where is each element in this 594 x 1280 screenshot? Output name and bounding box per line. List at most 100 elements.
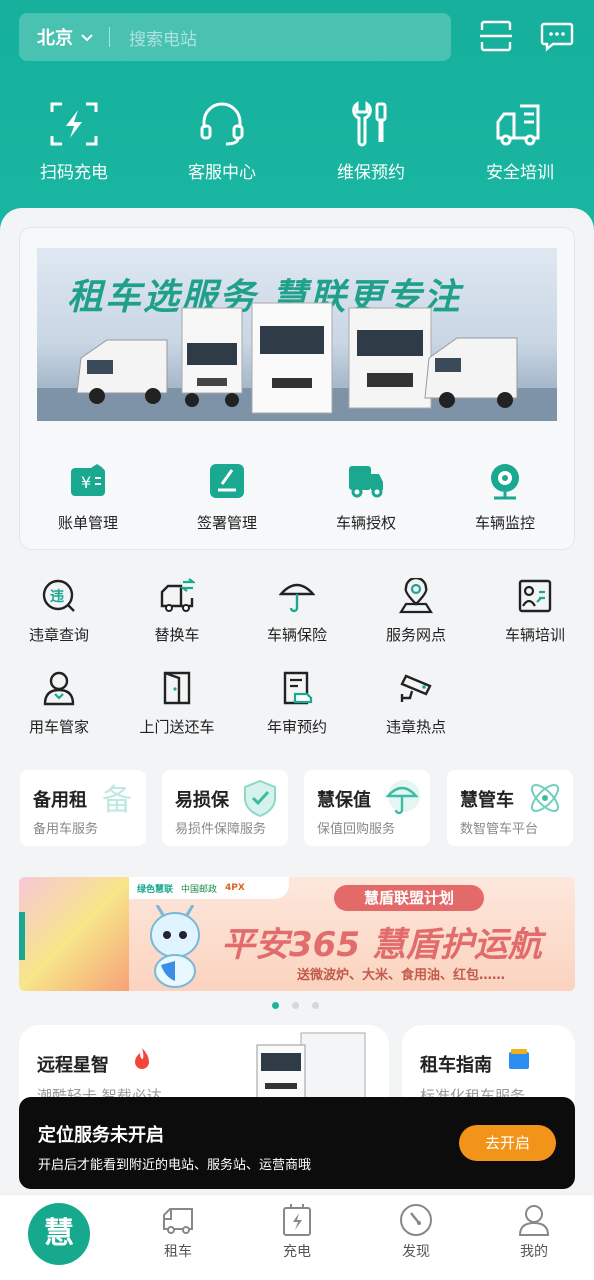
- grid-label: 年审预约: [266, 718, 327, 736]
- truck-auth-icon: [349, 466, 383, 498]
- replace-car-icon: [160, 578, 195, 612]
- promo-headline: 平安365 慧盾护运航: [221, 925, 542, 965]
- search-bar[interactable]: 北京 搜索电站: [19, 13, 451, 61]
- grid-annual-inspection[interactable]: 年审预约: [247, 670, 347, 737]
- grid-replace-car[interactable]: 替换车: [127, 578, 227, 645]
- mini-card-subtitle: 数智管车平台: [460, 822, 539, 837]
- mini-card-subtitle: 备用车服务: [33, 822, 99, 837]
- grid-door-delivery[interactable]: 上门送还车: [127, 670, 227, 737]
- search-input[interactable]: 搜索电站: [129, 25, 197, 50]
- door-icon: [163, 671, 191, 705]
- mini-card-subtitle: 保值回购服务: [317, 822, 396, 837]
- quick-label: 客服中心: [188, 163, 256, 183]
- quick-safety-training[interactable]: 安全培训: [460, 98, 580, 183]
- enable-location-button[interactable]: 去开启: [459, 1125, 556, 1161]
- person-icon: [43, 671, 75, 706]
- inspection-icon: [283, 671, 313, 705]
- promo-banner-image[interactable]: 租车选服务 慧联更专注: [37, 248, 557, 421]
- chevron-down-icon: [81, 34, 93, 42]
- quick-label: 安全培训: [486, 163, 554, 183]
- grid-label: 服务网点: [385, 626, 446, 644]
- tab-home[interactable]: 慧: [28, 1203, 90, 1265]
- mini-card-title: 易损保: [175, 790, 229, 811]
- svg-text:¥: ¥: [81, 473, 91, 492]
- service-label: 车辆授权: [335, 514, 396, 532]
- tab-charge[interactable]: 充电: [257, 1203, 337, 1261]
- violation-search-icon: 违: [42, 579, 75, 612]
- promo-subtitle: 送微波炉、大米、食用油、红包……: [297, 968, 506, 983]
- location-toast: 定位服务未开启 开启后才能看到附近的电站、服务站、运营商哦 去开启: [19, 1097, 575, 1189]
- grid-car-butler[interactable]: 用车管家: [9, 670, 109, 737]
- svg-text:违: 违: [50, 588, 64, 605]
- grid-vehicle-training[interactable]: 车辆培训: [485, 578, 585, 645]
- truck-icon: [163, 1208, 193, 1234]
- user-icon: [518, 1205, 550, 1236]
- training-icon: [518, 579, 552, 613]
- trucks-illustration: [37, 302, 557, 421]
- mini-card-backup-rental[interactable]: 备用租 备用车服务 备: [20, 770, 146, 846]
- scan-icon[interactable]: [478, 18, 514, 54]
- grid-label: 车辆培训: [504, 626, 565, 644]
- charge-station-icon: [283, 1204, 311, 1236]
- svg-text:备: 备: [102, 783, 132, 818]
- city-selector[interactable]: 北京: [37, 24, 73, 50]
- grid-violation-hotspots[interactable]: 违章热点: [366, 670, 466, 737]
- grid-label: 替换车: [154, 626, 200, 644]
- grid-label: 车辆保险: [266, 626, 327, 644]
- umbrella-icon: [385, 780, 420, 815]
- tab-discover[interactable]: 发现: [376, 1203, 456, 1261]
- service-label: 账单管理: [57, 514, 118, 532]
- tools-icon: [352, 101, 387, 147]
- carousel-dot[interactable]: [312, 1002, 319, 1009]
- partner-logo-4px: 4PX: [225, 883, 245, 893]
- grid-service-outlets[interactable]: 服务网点: [366, 578, 466, 645]
- promo-carousel[interactable]: 绿色慧联 中国邮政 4PX 慧盾联盟计划 平安365 慧盾护运航 送微波炉、大米…: [19, 877, 575, 991]
- compass-icon: [400, 1204, 432, 1236]
- grid-vehicle-insurance[interactable]: 车辆保险: [247, 578, 347, 645]
- grid-label: 上门送还车: [139, 718, 215, 736]
- mini-card-subtitle: 易损件保障服务: [175, 822, 267, 837]
- wallet-icon: ¥: [71, 464, 105, 496]
- service-vehicle-auth[interactable]: 车辆授权: [306, 462, 426, 533]
- fire-icon: [135, 1048, 149, 1069]
- grid-violation-search[interactable]: 违 违章查询: [9, 578, 109, 645]
- quick-scan-charge[interactable]: 扫码充电: [14, 98, 134, 183]
- toast-message: 开启后才能看到附近的电站、服务站、运营商哦: [38, 1158, 312, 1173]
- camera-icon: [491, 464, 519, 500]
- shield-icon: [244, 779, 276, 818]
- backup-icon: 备: [102, 783, 132, 818]
- feature-title: 远程星智: [37, 1055, 109, 1076]
- bottom-tab-bar: 慧 租车 充电 发现 我的: [0, 1194, 594, 1280]
- quick-label: 维保预约: [337, 163, 405, 183]
- tab-label: 充电: [283, 1244, 311, 1260]
- carousel-indicator: [272, 1002, 319, 1009]
- mini-card-smart-fleet[interactable]: 慧管车 数智管车平台: [447, 770, 573, 846]
- mini-card-title: 慧管车: [460, 790, 514, 811]
- partner-logo-huilian: 绿色慧联: [137, 884, 174, 895]
- tab-label: 发现: [402, 1244, 430, 1260]
- divider: [109, 27, 110, 47]
- umbrella-icon: [279, 583, 315, 613]
- tab-rent[interactable]: 租车: [138, 1203, 218, 1261]
- quick-customer-service[interactable]: 客服中心: [162, 98, 282, 183]
- mini-card-title: 备用租: [33, 790, 87, 811]
- mini-card-title: 慧保值: [317, 790, 371, 811]
- feature-title: 租车指南: [420, 1055, 492, 1076]
- service-sign-management[interactable]: 签署管理: [167, 462, 287, 533]
- toast-title: 定位服务未开启: [38, 1125, 164, 1146]
- tab-mine[interactable]: 我的: [494, 1203, 574, 1261]
- scan-charge-icon: [50, 102, 98, 146]
- service-bill-management[interactable]: ¥ 账单管理: [28, 462, 148, 533]
- mini-card-value-guarantee[interactable]: 慧保值 保值回购服务: [304, 770, 430, 846]
- location-icon: [399, 578, 433, 614]
- carousel-dot[interactable]: [272, 1002, 279, 1009]
- message-icon[interactable]: [539, 18, 575, 54]
- current-slide: 绿色慧联 中国邮政 4PX 慧盾联盟计划 平安365 慧盾护运航 送微波炉、大米…: [129, 877, 575, 991]
- service-vehicle-monitor[interactable]: 车辆监控: [445, 462, 565, 533]
- carousel-dot[interactable]: [292, 1002, 299, 1009]
- tab-label: 我的: [520, 1244, 548, 1260]
- quick-maintenance[interactable]: 维保预约: [311, 98, 431, 183]
- quick-label: 扫码充电: [40, 163, 108, 183]
- partner-logos: 绿色慧联 中国邮政 4PX: [129, 877, 289, 899]
- mini-card-parts-protection[interactable]: 易损保 易损件保障服务: [162, 770, 288, 846]
